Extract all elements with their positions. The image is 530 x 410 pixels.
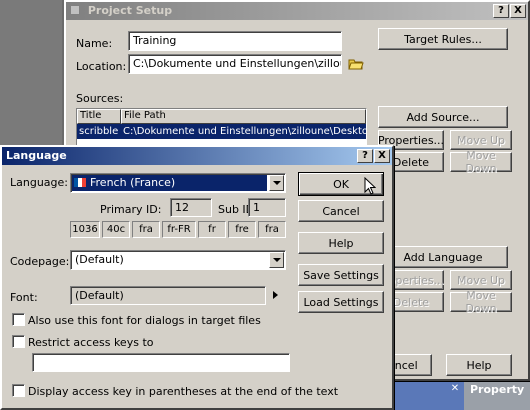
location-input[interactable]: C:\Dokumente und Einstellungen\zilloune\… — [128, 54, 342, 74]
display-access-key-checkbox[interactable] — [12, 384, 25, 397]
font-picker-arrow-icon[interactable] — [273, 291, 278, 299]
french-flag-icon — [74, 178, 86, 187]
display-access-key-label[interactable]: Display access key in parentheses at the… — [28, 385, 338, 398]
font-field: (Default) — [70, 286, 266, 305]
restrict-keys-input[interactable] — [32, 353, 290, 372]
primary-id-label: Primary ID: — [100, 203, 162, 216]
also-use-font-label[interactable]: Also use this font for dialogs in target… — [28, 314, 261, 327]
property-panel-title: Property — [464, 381, 530, 410]
code-lcid-hex: 40c — [102, 221, 130, 238]
language-dialog: Language ? X Language: French (France) P… — [0, 145, 394, 410]
language-move-down-button[interactable]: Move Down — [450, 289, 512, 315]
language-select[interactable]: French (France) — [70, 173, 286, 193]
move-up-button[interactable]: Move Up — [450, 130, 512, 150]
column-header-file-path[interactable]: File Path — [121, 109, 366, 124]
browse-folder-icon[interactable] — [348, 57, 364, 71]
window-icon — [70, 5, 80, 15]
load-settings-button[interactable]: Load Settings — [298, 291, 384, 313]
table-cell-title: scribble — [79, 126, 119, 137]
language-select-value: French (France) — [90, 176, 176, 189]
code-win3: fra — [258, 221, 286, 238]
language-help-button[interactable]: ? — [357, 149, 373, 163]
project-help-bottom-button[interactable]: Help — [446, 354, 512, 376]
restrict-keys-checkbox[interactable] — [12, 335, 25, 348]
font-label: Font: — [10, 291, 38, 304]
chevron-down-icon[interactable] — [269, 252, 284, 268]
add-source-button[interactable]: Add Source... — [378, 106, 508, 128]
move-down-button[interactable]: Move Down — [450, 149, 512, 175]
project-help-button[interactable]: ? — [493, 4, 509, 18]
location-label: Location: — [76, 60, 127, 73]
project-setup-title: Project Setup — [87, 4, 173, 17]
name-label: Name: — [76, 37, 113, 50]
target-rules-button[interactable]: Target Rules... — [378, 28, 508, 50]
restrict-keys-label[interactable]: Restrict access keys to — [28, 336, 154, 349]
save-settings-button[interactable]: Save Settings — [298, 264, 384, 286]
codepage-select-value: (Default) — [75, 253, 124, 266]
column-header-title[interactable]: Title — [77, 109, 121, 124]
code-iso2: fr — [198, 221, 226, 238]
code-iso639-2b: fre — [228, 221, 256, 238]
mouse-cursor-icon — [364, 176, 377, 198]
project-setup-titlebar[interactable]: Project Setup — [66, 2, 528, 20]
language-close-button[interactable]: X — [374, 149, 390, 163]
primary-id-field: 12 — [170, 198, 212, 217]
sub-id-field: 1 — [248, 198, 286, 217]
language-label: Language: — [10, 176, 68, 189]
code-locale: fr-FR — [162, 221, 196, 238]
project-close-button[interactable]: X — [510, 4, 526, 18]
codepage-select[interactable]: (Default) — [70, 250, 286, 270]
cancel-button[interactable]: Cancel — [298, 200, 384, 222]
code-lcid-decimal: 1036 — [70, 221, 100, 238]
panel-close-icon[interactable]: ✕ — [448, 383, 462, 395]
language-move-up-button[interactable]: Move Up — [450, 270, 512, 290]
add-language-button[interactable]: Add Language — [378, 246, 508, 268]
language-titlebar[interactable]: Language — [2, 147, 392, 165]
help-button[interactable]: Help — [298, 232, 384, 254]
name-input[interactable]: Training — [128, 31, 342, 51]
also-use-font-checkbox[interactable] — [12, 313, 25, 326]
language-dialog-title: Language — [6, 149, 67, 162]
chevron-down-icon[interactable] — [269, 175, 284, 191]
code-iso3: fra — [132, 221, 160, 238]
table-row[interactable]: scribble C:\Dokumente und Einstellungen\… — [77, 124, 366, 139]
sources-label: Sources: — [76, 92, 124, 105]
table-cell-path: C:\Dokumente und Einstellungen\zilloune\… — [123, 126, 366, 137]
background-panel — [0, 0, 62, 150]
codepage-label: Codepage: — [10, 255, 70, 268]
